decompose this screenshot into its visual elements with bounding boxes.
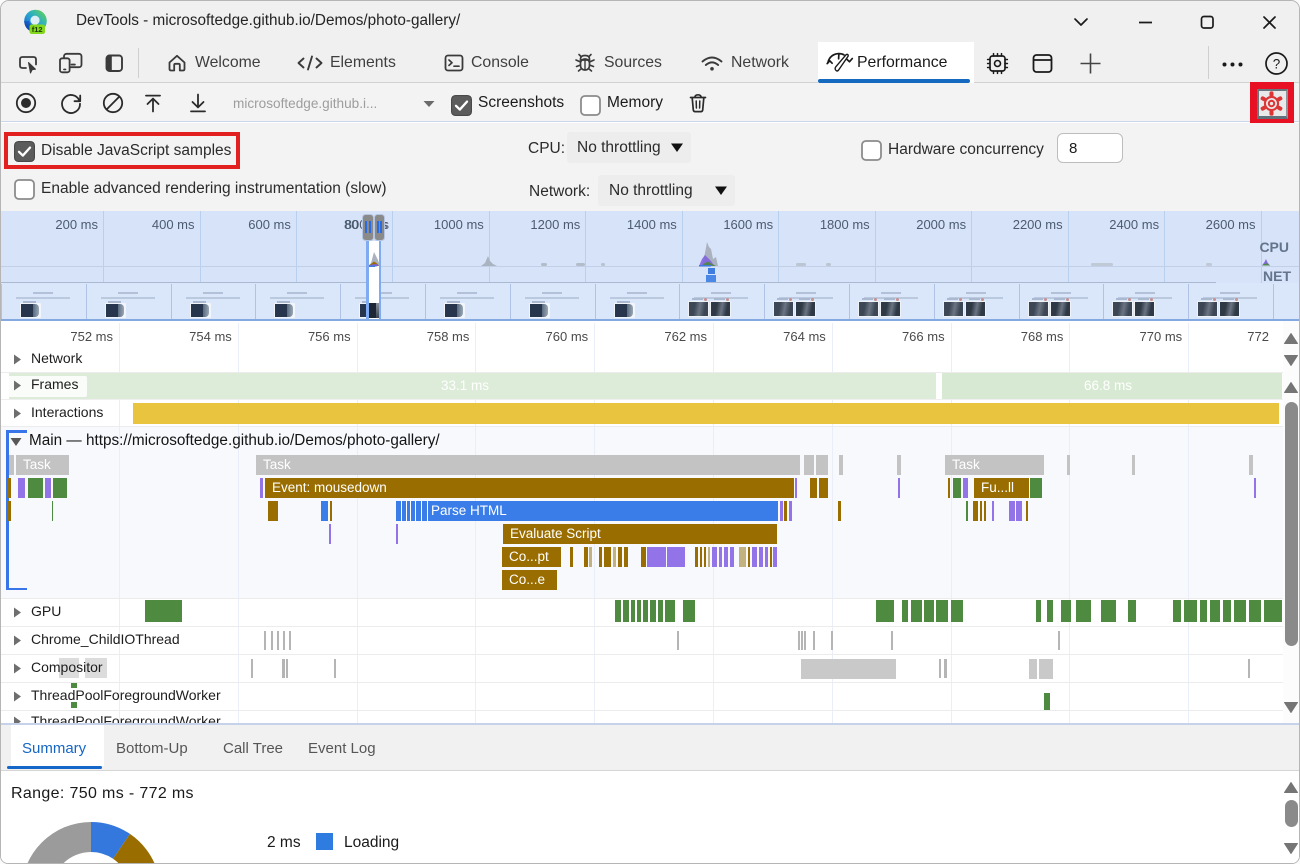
svg-text:f12: f12 <box>32 25 43 34</box>
svg-text:?: ? <box>1273 56 1281 71</box>
